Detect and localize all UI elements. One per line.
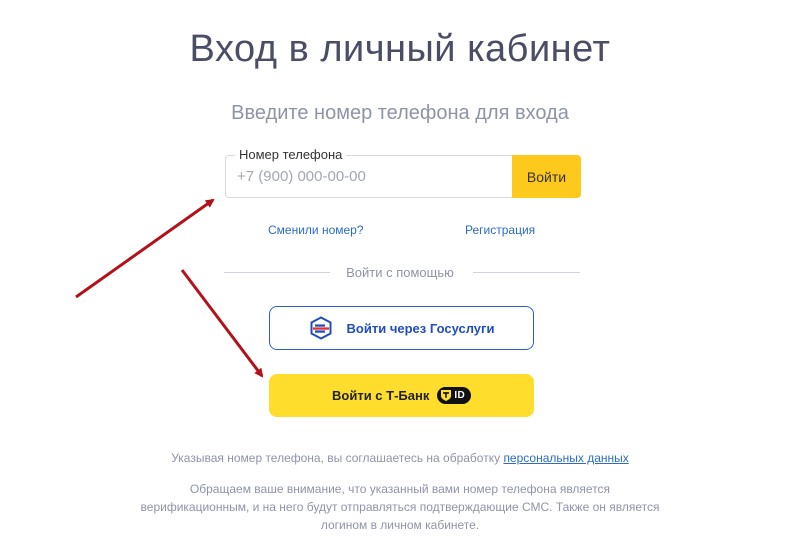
arrow-to-phone-input	[75, 198, 215, 299]
divider-right	[473, 272, 580, 273]
verification-notice: Обращаем ваше внимание, что указанный ва…	[140, 482, 660, 532]
gosuslugi-login-label: Войти через Госуслуги	[346, 320, 495, 336]
tbank-login-button[interactable]: Войти с Т-Банк ID	[269, 374, 534, 417]
tbank-id-badge: ID	[437, 387, 471, 404]
arrow-to-tbank-button	[180, 269, 264, 378]
phone-field-group: Номер телефона Войти	[225, 147, 581, 198]
page-title: Вход в личный кабинет	[189, 28, 611, 70]
phone-input[interactable]	[226, 156, 513, 197]
tbank-id-text: ID	[454, 390, 465, 401]
tbank-shield-icon	[441, 390, 452, 401]
changed-number-link[interactable]: Сменили номер?	[268, 223, 364, 237]
page-subtitle: Введите номер телефона для входа	[231, 102, 569, 124]
gosuslugi-logo-icon	[310, 316, 332, 340]
tbank-login-label: Войти с Т-Банк	[332, 388, 430, 403]
gosuslugi-login-button[interactable]: Войти через Госуслуги	[269, 306, 534, 350]
consent-text: Указывая номер телефона, вы соглашаетесь…	[0, 451, 800, 465]
login-button[interactable]: Войти	[512, 155, 581, 198]
consent-text-body: Указывая номер телефона, вы соглашаетесь…	[171, 451, 504, 465]
personal-data-link[interactable]: персональных данных	[503, 451, 628, 465]
register-link[interactable]: Регистрация	[465, 223, 535, 237]
alt-login-divider-text: Войти с помощью	[346, 265, 454, 280]
